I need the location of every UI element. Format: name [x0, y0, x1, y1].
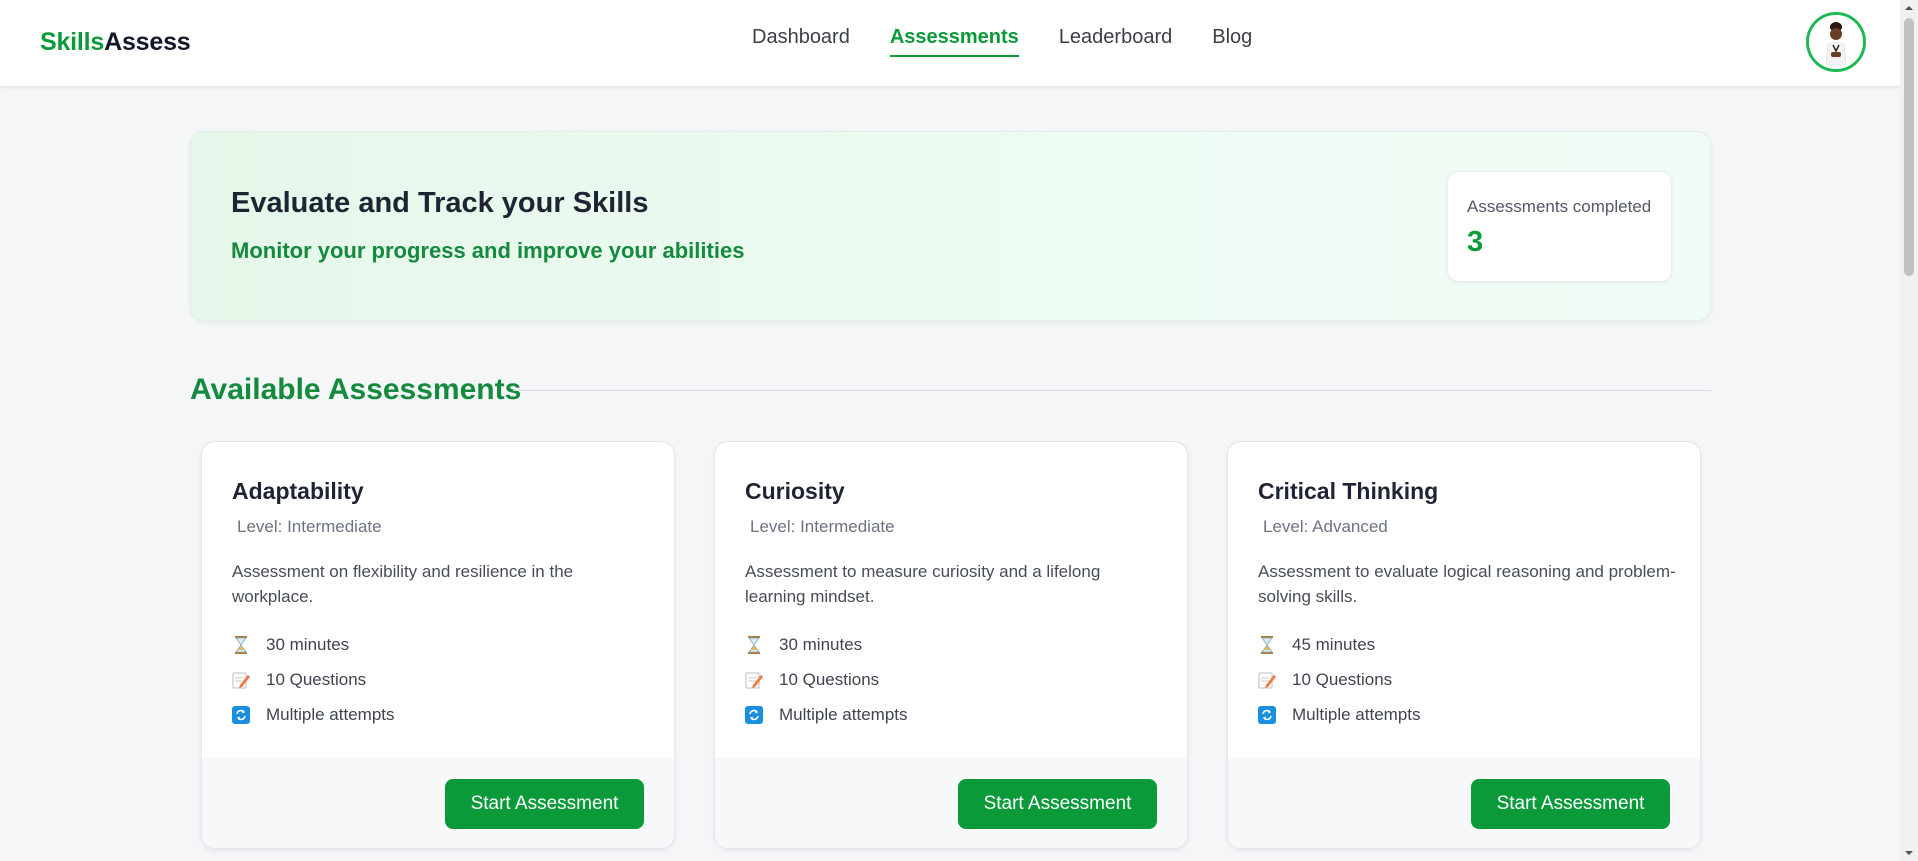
- memo-pencil-icon: [1258, 671, 1276, 689]
- card-level: Level: Intermediate: [237, 517, 382, 536]
- card-level: Level: Advanced: [1263, 517, 1388, 536]
- stat-value: 3: [1467, 226, 1484, 258]
- hourglass-icon: [232, 636, 250, 654]
- card-attempts-text: Multiple attempts: [779, 705, 908, 724]
- scroll-up-arrow-icon[interactable]: [1904, 3, 1914, 13]
- section-divider: [513, 390, 1711, 391]
- card-duration-text: 30 minutes: [779, 635, 863, 654]
- card-questions-text: 10 Questions: [1292, 670, 1393, 689]
- card-duration: 30 minutes: [745, 635, 862, 655]
- hourglass-icon: [745, 636, 763, 654]
- card-attempts-text: Multiple attempts: [266, 705, 395, 724]
- card-title: Critical Thinking: [1258, 478, 1439, 504]
- nav-dashboard[interactable]: Dashboard: [752, 26, 850, 57]
- card-duration: 30 minutes: [232, 635, 349, 655]
- card-footer: Start Assessment: [202, 758, 674, 848]
- card-footer: Start Assessment: [715, 758, 1187, 848]
- hero-title: Evaluate and Track your Skills: [231, 187, 649, 219]
- hero-banner: Evaluate and Track your Skills Monitor y…: [190, 131, 1711, 321]
- memo-pencil-icon: [745, 671, 763, 689]
- assessment-card-critical-thinking: Critical Thinking Level: Advanced Assess…: [1227, 441, 1701, 849]
- repeat-icon: [1258, 706, 1276, 724]
- assessment-card-adaptability: Adaptability Level: Intermediate Assessm…: [201, 441, 675, 849]
- assessment-card-curiosity: Curiosity Level: Intermediate Assessment…: [714, 441, 1188, 849]
- card-questions-text: 10 Questions: [266, 670, 367, 689]
- card-description: Assessment to evaluate logical reasoning…: [1258, 562, 1676, 606]
- logo-skills: Skills: [40, 28, 105, 56]
- hero-subtitle: Monitor your progress and improve your a…: [231, 238, 745, 263]
- scroll-down-arrow-icon[interactable]: [1904, 848, 1914, 858]
- card-footer: Start Assessment: [1228, 758, 1700, 848]
- assessments-completed-card: Assessments completed 3: [1447, 171, 1672, 282]
- card-questions: 10 Questions: [745, 670, 879, 690]
- top-navbar: SkillsAssess Dashboard Assessments Leade…: [0, 0, 1900, 87]
- hourglass-icon: [1258, 636, 1276, 654]
- card-duration: 45 minutes: [1258, 635, 1375, 655]
- stat-label: Assessments completed: [1467, 197, 1652, 216]
- card-attempts: Multiple attempts: [745, 705, 908, 725]
- card-description: Assessment to measure curiosity and a li…: [745, 562, 1101, 606]
- nav-assessments[interactable]: Assessments: [889, 26, 1019, 57]
- logo-assess: Assess: [104, 28, 191, 56]
- start-assessment-button[interactable]: Start Assessment: [958, 779, 1157, 829]
- nav-blog[interactable]: Blog: [1212, 26, 1252, 57]
- card-attempts: Multiple attempts: [1258, 705, 1421, 725]
- start-assessment-button[interactable]: Start Assessment: [1471, 779, 1670, 829]
- card-questions: 10 Questions: [1258, 670, 1392, 690]
- card-attempts-text: Multiple attempts: [1292, 705, 1421, 724]
- card-duration-text: 30 minutes: [266, 635, 350, 654]
- memo-pencil-icon: [232, 671, 250, 689]
- user-avatar[interactable]: [1806, 12, 1866, 72]
- card-duration-text: 45 minutes: [1292, 635, 1376, 654]
- card-title: Adaptability: [232, 478, 364, 504]
- section-title: Available Assessments: [190, 373, 522, 406]
- main-nav: Dashboard Assessments Leaderboard Blog: [752, 26, 1292, 57]
- card-description: Assessment on flexibility and resilience…: [232, 562, 574, 606]
- card-questions: 10 Questions: [232, 670, 366, 690]
- card-attempts: Multiple attempts: [232, 705, 395, 725]
- scrollbar-thumb[interactable]: [1904, 18, 1914, 276]
- logo[interactable]: SkillsAssess: [40, 28, 191, 57]
- card-questions-text: 10 Questions: [779, 670, 880, 689]
- start-assessment-button[interactable]: Start Assessment: [445, 779, 644, 829]
- card-level: Level: Intermediate: [750, 517, 895, 536]
- user-avatar-icon: [1809, 15, 1863, 69]
- card-title: Curiosity: [745, 478, 845, 504]
- repeat-icon: [745, 706, 763, 724]
- repeat-icon: [232, 706, 250, 724]
- nav-leaderboard[interactable]: Leaderboard: [1059, 26, 1172, 57]
